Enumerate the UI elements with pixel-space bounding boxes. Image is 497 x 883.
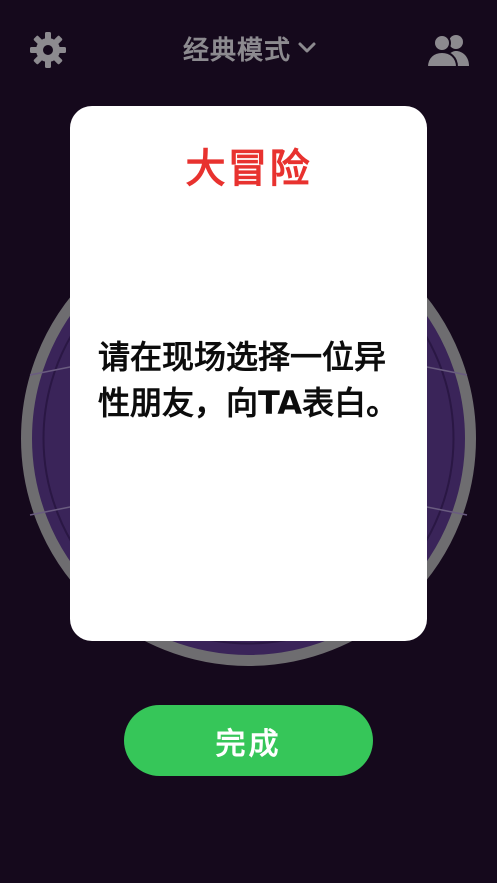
mode-selector[interactable]: 经典模式 [150, 26, 350, 70]
done-button-label: 完成 [215, 726, 282, 762]
card-text: 请在现场选择一位异性朋友，向TA表白。 [98, 338, 399, 422]
players-button[interactable] [423, 28, 473, 72]
chevron-down-icon [298, 42, 316, 53]
dare-card: 大冒险 请在现场选择一位异性朋友，向TA表白。 [70, 106, 427, 641]
card-title: 大冒险 [185, 146, 312, 192]
game-screen: 经典模式 大冒险 请在现场选择一位异性朋友，向TA表白。 完成 [0, 0, 497, 883]
mode-label: 经典模式 [182, 35, 291, 66]
top-bar: 经典模式 [0, 0, 497, 96]
settings-button[interactable] [26, 28, 70, 72]
gear-icon [30, 32, 66, 68]
users-icon [425, 34, 469, 68]
done-button[interactable]: 完成 [124, 705, 373, 776]
